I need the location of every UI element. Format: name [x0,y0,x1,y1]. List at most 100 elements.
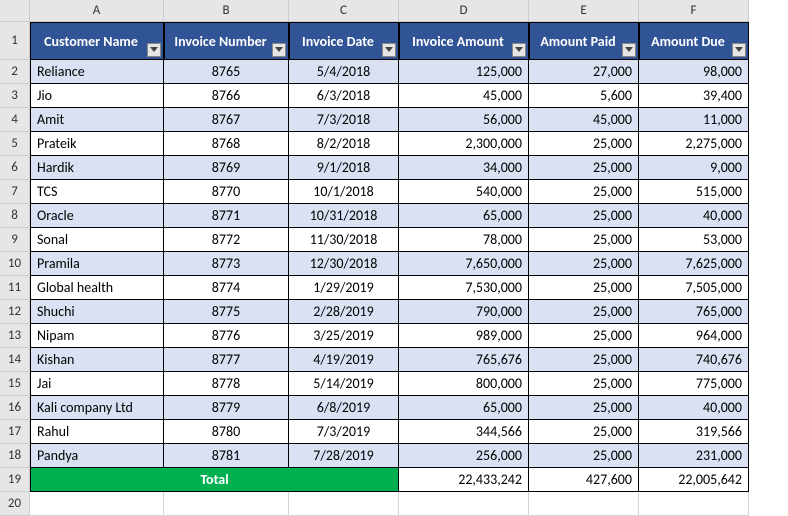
total-label[interactable]: Total [30,468,399,492]
empty-cell[interactable] [164,492,289,516]
cell-amount-due[interactable]: 53,000 [639,228,749,252]
cell-invoice-number[interactable]: 8768 [164,132,289,156]
column-header[interactable]: C [289,0,399,22]
row-header[interactable]: 17 [0,420,30,444]
cell-invoice-amount[interactable]: 7,650,000 [399,252,529,276]
cell-amount-due[interactable]: 765,000 [639,300,749,324]
cell-amount-due[interactable]: 231,000 [639,444,749,468]
cell-customer[interactable]: Rahul [30,420,164,444]
cell-amount-due[interactable]: 515,000 [639,180,749,204]
cell-invoice-date[interactable]: 4/19/2019 [289,348,399,372]
cell-invoice-amount[interactable]: 34,000 [399,156,529,180]
cell-amount-paid[interactable]: 27,000 [529,60,639,84]
cell-amount-due[interactable]: 319,566 [639,420,749,444]
cell-amount-paid[interactable]: 25,000 [529,276,639,300]
cell-amount-paid[interactable]: 25,000 [529,444,639,468]
cell-amount-due[interactable]: 40,000 [639,396,749,420]
cell-amount-paid[interactable]: 25,000 [529,228,639,252]
cell-invoice-date[interactable]: 1/29/2019 [289,276,399,300]
cell-invoice-amount[interactable]: 765,676 [399,348,529,372]
cell-invoice-amount[interactable]: 256,000 [399,444,529,468]
cell-amount-paid[interactable]: 25,000 [529,132,639,156]
cell-invoice-date[interactable]: 6/3/2018 [289,84,399,108]
filter-dropdown-icon[interactable] [147,43,161,57]
cell-invoice-number[interactable]: 8766 [164,84,289,108]
cell-amount-paid[interactable]: 45,000 [529,108,639,132]
cell-invoice-number[interactable]: 8780 [164,420,289,444]
table-header-cell[interactable]: Amount Paid [529,22,639,60]
cell-invoice-amount[interactable]: 790,000 [399,300,529,324]
cell-amount-due[interactable]: 964,000 [639,324,749,348]
cell-invoice-number[interactable]: 8772 [164,228,289,252]
cell-customer[interactable]: Oracle [30,204,164,228]
table-header-cell[interactable]: Amount Due [639,22,749,60]
cell-customer[interactable]: Nipam [30,324,164,348]
filter-dropdown-icon[interactable] [272,43,286,57]
cell-customer[interactable]: Amit [30,108,164,132]
empty-cell[interactable] [529,492,639,516]
row-header[interactable]: 19 [0,468,30,492]
row-header[interactable]: 6 [0,156,30,180]
empty-cell[interactable] [399,492,529,516]
total-paid[interactable]: 427,600 [529,468,639,492]
cell-invoice-number[interactable]: 8767 [164,108,289,132]
column-header[interactable]: B [164,0,289,22]
cell-invoice-number[interactable]: 8771 [164,204,289,228]
cell-amount-paid[interactable]: 25,000 [529,396,639,420]
cell-invoice-amount[interactable]: 78,000 [399,228,529,252]
cell-invoice-amount[interactable]: 65,000 [399,204,529,228]
row-header[interactable]: 11 [0,276,30,300]
row-header[interactable]: 10 [0,252,30,276]
cell-amount-paid[interactable]: 25,000 [529,204,639,228]
cell-amount-due[interactable]: 2,275,000 [639,132,749,156]
empty-cell[interactable] [30,492,164,516]
cell-amount-paid[interactable]: 5,600 [529,84,639,108]
table-header-cell[interactable]: Invoice Amount [399,22,529,60]
cell-invoice-number[interactable]: 8770 [164,180,289,204]
row-header[interactable]: 15 [0,372,30,396]
cell-amount-paid[interactable]: 25,000 [529,300,639,324]
total-due[interactable]: 22,005,642 [639,468,749,492]
cell-invoice-number[interactable]: 8765 [164,60,289,84]
table-header-cell[interactable]: Invoice Date [289,22,399,60]
filter-dropdown-icon[interactable] [732,43,746,57]
row-header[interactable]: 2 [0,60,30,84]
cell-amount-due[interactable]: 7,625,000 [639,252,749,276]
cell-customer[interactable]: Kishan [30,348,164,372]
cell-invoice-number[interactable]: 8774 [164,276,289,300]
cell-customer[interactable]: Prateik [30,132,164,156]
cell-amount-due[interactable]: 98,000 [639,60,749,84]
cell-invoice-date[interactable]: 7/3/2018 [289,108,399,132]
row-header[interactable]: 9 [0,228,30,252]
cell-invoice-date[interactable]: 8/2/2018 [289,132,399,156]
cell-invoice-date[interactable]: 10/31/2018 [289,204,399,228]
row-header[interactable]: 4 [0,108,30,132]
cell-invoice-number[interactable]: 8779 [164,396,289,420]
cell-amount-due[interactable]: 39,400 [639,84,749,108]
cell-invoice-date[interactable]: 7/3/2019 [289,420,399,444]
cell-invoice-date[interactable]: 5/14/2019 [289,372,399,396]
cell-amount-paid[interactable]: 25,000 [529,324,639,348]
row-header[interactable]: 3 [0,84,30,108]
cell-invoice-number[interactable]: 8781 [164,444,289,468]
cell-amount-paid[interactable]: 25,000 [529,156,639,180]
cell-amount-due[interactable]: 740,676 [639,348,749,372]
cell-invoice-amount[interactable]: 7,530,000 [399,276,529,300]
row-header[interactable]: 5 [0,132,30,156]
cell-amount-paid[interactable]: 25,000 [529,180,639,204]
spreadsheet-grid[interactable]: ABCDEF1Customer NameInvoice NumberInvoic… [0,0,788,516]
cell-customer[interactable]: Global health [30,276,164,300]
cell-invoice-number[interactable]: 8776 [164,324,289,348]
cell-invoice-date[interactable]: 9/1/2018 [289,156,399,180]
cell-customer[interactable]: TCS [30,180,164,204]
cell-invoice-amount[interactable]: 125,000 [399,60,529,84]
cell-amount-paid[interactable]: 25,000 [529,420,639,444]
cell-invoice-date[interactable]: 11/30/2018 [289,228,399,252]
row-header[interactable]: 7 [0,180,30,204]
cell-invoice-number[interactable]: 8775 [164,300,289,324]
column-header[interactable]: F [639,0,749,22]
column-header[interactable]: A [30,0,164,22]
empty-cell[interactable] [639,492,749,516]
select-all-corner[interactable] [0,0,30,22]
cell-invoice-date[interactable]: 3/25/2019 [289,324,399,348]
